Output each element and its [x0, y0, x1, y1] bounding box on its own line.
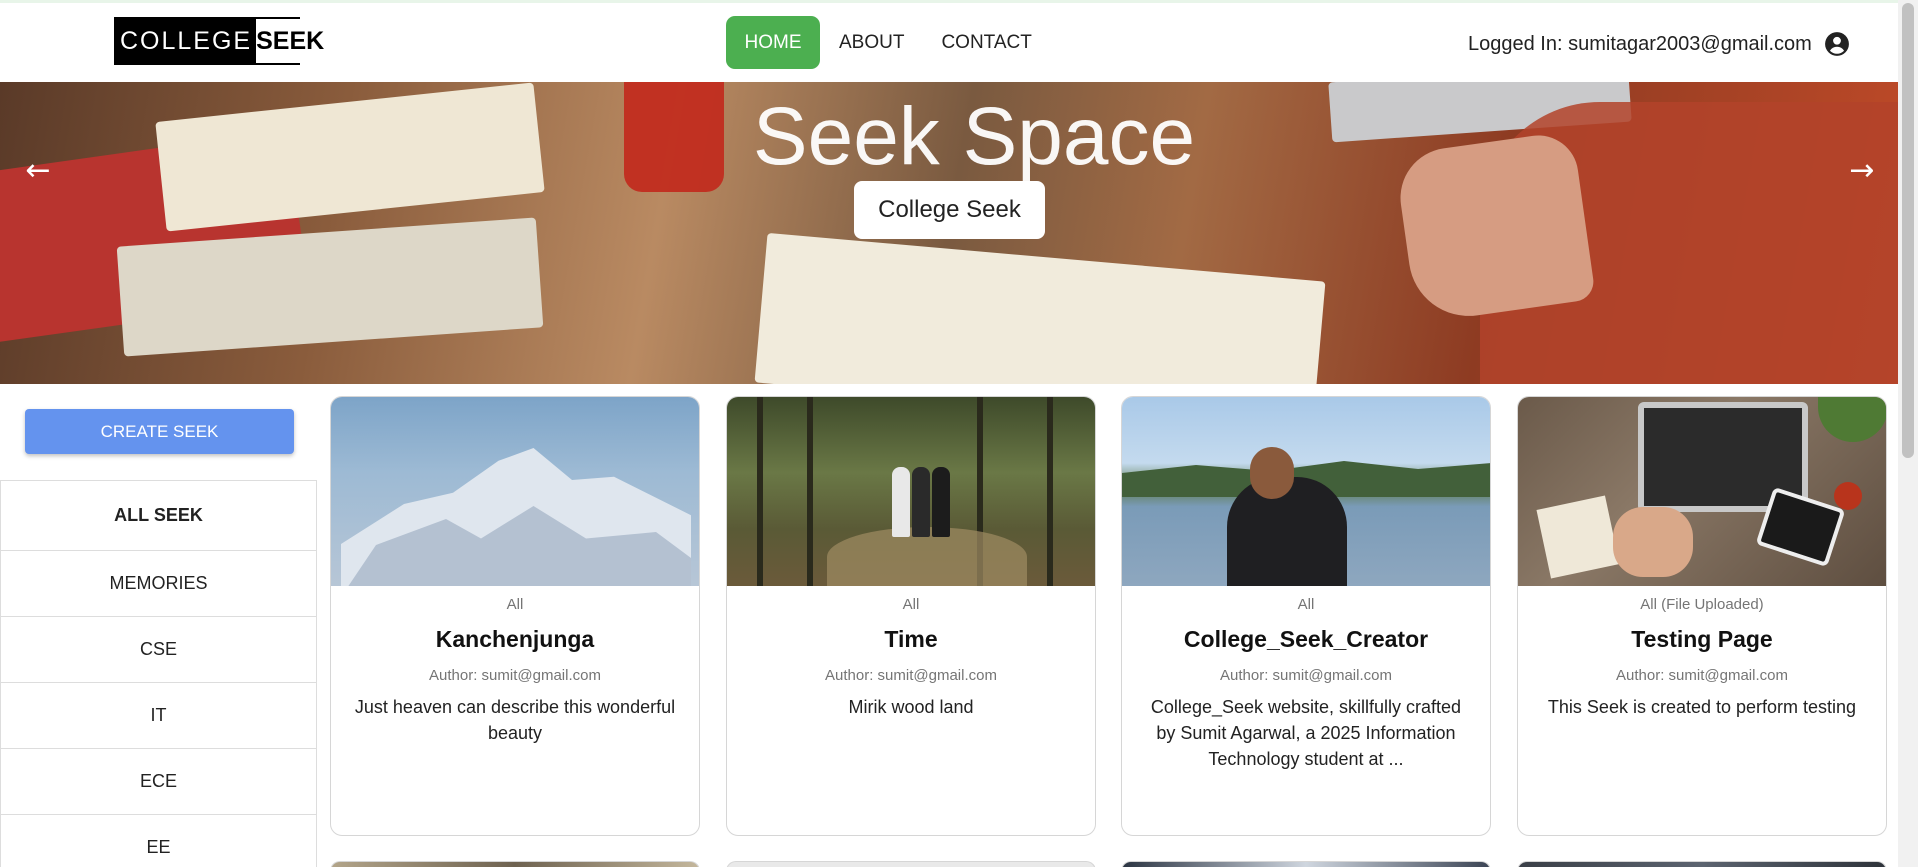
- desk-plant: [1818, 397, 1886, 442]
- seek-card[interactable]: All (File Uploaded) Testing Page Author:…: [1517, 396, 1887, 836]
- hero-badge: College Seek: [854, 181, 1045, 239]
- tree-trunk: [1047, 397, 1053, 586]
- desk-tablet: [1755, 486, 1846, 568]
- card-title: Kanchenjunga: [435, 626, 595, 652]
- card-author: Author: sumit@gmail.com: [1220, 667, 1392, 684]
- person-body: [1227, 477, 1347, 586]
- card-author: Author: sumit@gmail.com: [1616, 667, 1788, 684]
- nav-about-link[interactable]: ABOUT: [839, 32, 904, 54]
- card-author: Author: sumit@gmail.com: [825, 667, 997, 684]
- card-image-desk: [1518, 397, 1886, 586]
- seek-card-peek[interactable]: [1121, 861, 1491, 867]
- tree-trunk: [757, 397, 763, 586]
- desk-cup: [1834, 482, 1862, 510]
- category-memories[interactable]: MEMORIES: [1, 551, 316, 617]
- logo-text-right: SEEK: [256, 19, 329, 63]
- card-image-forest: [727, 397, 1095, 586]
- card-description: Mirik wood land: [848, 697, 974, 717]
- nav-links: HOME ABOUT CONTACT: [726, 16, 1032, 69]
- card-category: All: [1297, 596, 1315, 613]
- person-figure: [932, 467, 950, 537]
- person-figure: [892, 467, 910, 537]
- desk-notebook: [1536, 495, 1620, 579]
- card-image-lake-portrait: [1122, 397, 1490, 586]
- logged-in-label: Logged In: sumitagar2003@gmail.com: [1468, 32, 1812, 55]
- person-head: [1250, 447, 1294, 499]
- seek-card-peek[interactable]: [330, 861, 700, 867]
- person-figure: [912, 467, 930, 537]
- page-scrollbar[interactable]: [1898, 0, 1918, 867]
- category-cse[interactable]: CSE: [1, 617, 316, 683]
- navbar: COLLEGE SEEK HOME ABOUT CONTACT Logged I…: [0, 3, 1898, 82]
- nav-contact-link[interactable]: CONTACT: [941, 32, 1031, 54]
- desk-hand: [1613, 507, 1693, 577]
- nav-home-link[interactable]: HOME: [726, 16, 820, 69]
- card-category: All: [902, 596, 920, 613]
- hero-title: Seek Space: [752, 91, 1196, 182]
- seek-card[interactable]: All Time Author: sumit@gmail.com Mirik w…: [726, 396, 1096, 836]
- card-author: Author: sumit@gmail.com: [429, 667, 601, 684]
- scrollbar-thumb[interactable]: [1902, 3, 1914, 458]
- category-ece[interactable]: ECE: [1, 749, 316, 815]
- card-image-mountain: [331, 397, 699, 586]
- seek-card[interactable]: All College_Seek_Creator Author: sumit@g…: [1121, 396, 1491, 836]
- create-seek-button[interactable]: CREATE SEEK: [25, 409, 294, 454]
- card-description: This Seek is created to perform testing: [1547, 697, 1857, 717]
- category-it[interactable]: IT: [1, 683, 316, 749]
- hero-image-notebook: [754, 232, 1326, 384]
- site-logo[interactable]: COLLEGE SEEK: [114, 17, 329, 65]
- seek-card-peek[interactable]: [1517, 861, 1887, 867]
- logo-text-left: COLLEGE: [116, 19, 257, 63]
- arrow-right-icon[interactable]: →: [1846, 153, 1878, 188]
- card-category: All (File Uploaded): [1640, 596, 1764, 613]
- category-ee[interactable]: EE: [1, 815, 316, 867]
- card-description: College_Seek website, skillfully crafted…: [1150, 697, 1462, 769]
- card-title: Time: [884, 626, 938, 652]
- card-description: Just heaven can describe this wonderful …: [354, 697, 676, 743]
- seek-card-peek[interactable]: [726, 861, 1096, 867]
- arrow-left-icon[interactable]: ←: [22, 153, 54, 188]
- category-list: ALL SEEK MEMORIES CSE IT ECE EE: [0, 480, 317, 867]
- tree-trunk: [807, 397, 813, 586]
- hero-carousel: Seek Space College Seek ← →: [0, 82, 1898, 384]
- account-circle-icon[interactable]: [1824, 31, 1850, 57]
- card-title: College_Seek_Creator: [1183, 626, 1429, 652]
- seek-card[interactable]: All Kanchenjunga Author: sumit@gmail.com…: [330, 396, 700, 836]
- card-category: All: [506, 596, 524, 613]
- card-title: Testing Page: [1631, 626, 1773, 652]
- user-status: Logged In: sumitagar2003@gmail.com: [1468, 31, 1850, 57]
- category-all-seek[interactable]: ALL SEEK: [1, 481, 316, 551]
